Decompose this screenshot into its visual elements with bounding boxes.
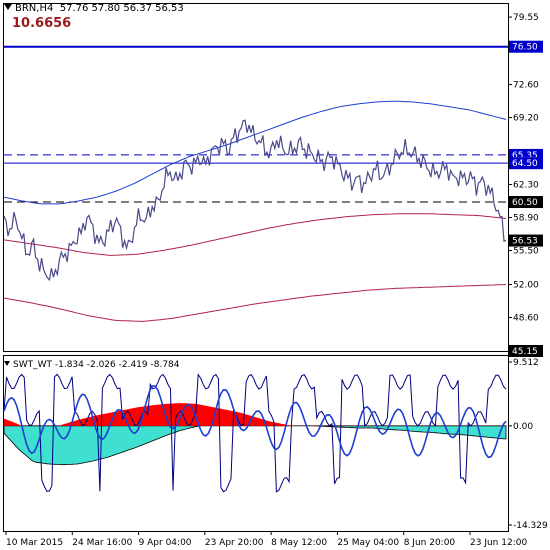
price-tag[interactable]: 56.53 [509, 234, 543, 247]
indicator-label: SWT_WT -1.834 -2.026 -2.419 -8.784 [13, 360, 180, 370]
price-tag-label: 76.50 [512, 43, 538, 53]
histogram-negative-area [3, 425, 507, 466]
time-axis: 10 Mar 2015 24 Mar 16:00 9 Apr 04:00 23 Apr… [5, 531, 527, 548]
price-tick-label: 48.60 [513, 314, 539, 324]
chart-header: BRN,H4 57.76 57.80 56.37 56.53 [4, 3, 184, 14]
time-tick-label: 8 May 12:00 [271, 538, 327, 548]
indicator-tick-label: 9.512 [513, 358, 539, 368]
price-tick-label: 55.50 [513, 247, 539, 257]
time-tick-label: 10 Mar 2015 [6, 538, 63, 548]
horizontal-levels[interactable] [4, 45, 508, 203]
envelope-bands [3, 100, 507, 322]
price-tag-label: 60.50 [512, 198, 538, 208]
ohlc-values: 57.76 57.80 56.37 56.53 [59, 3, 184, 14]
price-tag[interactable]: 45.15 [509, 345, 543, 357]
price-tag-label: 45.15 [512, 347, 538, 357]
dropdown-triangle-icon[interactable] [4, 4, 12, 10]
time-tick-label: 25 May 04:00 [337, 538, 399, 548]
price-tick-label: 79.55 [513, 13, 539, 23]
indicator-tick-label: 0.00 [513, 422, 533, 432]
time-tick-label: 23 Jun 12:00 [470, 538, 527, 548]
price-tag[interactable]: 64.50 [509, 157, 543, 170]
price-tick-label: 52.00 [513, 281, 539, 291]
chart-canvas[interactable]: 79.55 72.60 69.20 62.30 58.90 55.50 52.00 48.60… [0, 0, 550, 550]
upper-band-line [3, 100, 507, 205]
price-tag[interactable]: 60.50 [509, 196, 543, 209]
indicator-tick-label: -14.329 [513, 521, 548, 531]
price-tick-label: 62.30 [513, 181, 539, 191]
time-tick-label: 8 Jun 20:00 [404, 538, 456, 548]
indicator-axis: 9.512 0.00 -14.329 [508, 358, 548, 531]
time-tick-label: 9 Apr 04:00 [139, 538, 192, 548]
mid-band-line [3, 213, 507, 256]
time-tick-label: 23 Apr 20:00 [205, 538, 264, 548]
price-tag[interactable]: 76.50 [509, 40, 543, 53]
symbol-label: BRN,H4 [15, 3, 54, 14]
price-tag-label: 56.53 [512, 237, 538, 247]
price-tick-label: 69.20 [513, 114, 539, 124]
overlay-value: 10.6656 [12, 16, 72, 31]
price-tick-label: 72.60 [513, 81, 539, 91]
price-line [3, 119, 507, 282]
price-tick-label: 58.90 [513, 214, 539, 224]
main-plot-frame [3, 3, 509, 352]
price-series [3, 119, 507, 282]
time-tick-label: 24 Mar 16:00 [72, 538, 132, 548]
indicator-header: SWT_WT -1.834 -2.026 -2.419 -8.784 [4, 360, 180, 370]
price-tag-label: 64.50 [512, 159, 538, 169]
lower-band-line [3, 284, 507, 322]
dropdown-triangle-icon[interactable] [4, 361, 10, 366]
